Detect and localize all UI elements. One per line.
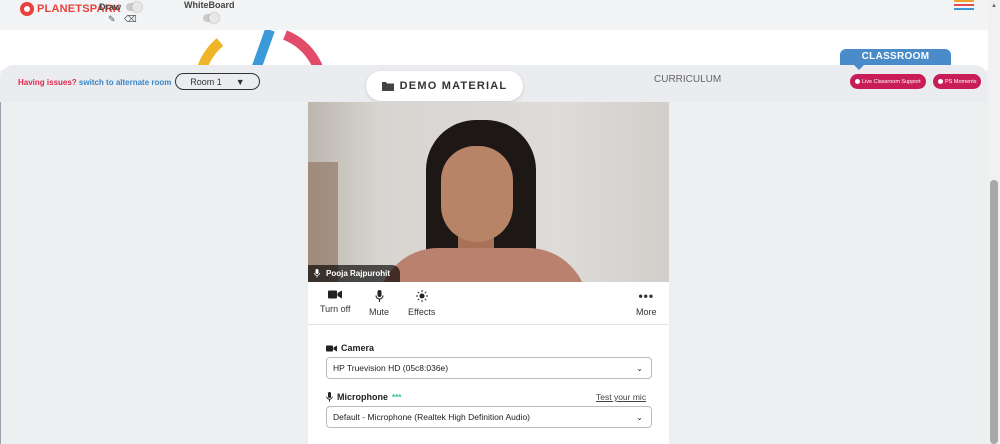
scroll-up-arrow-icon[interactable]: ▲: [988, 0, 1000, 12]
microphone-icon: [374, 290, 384, 302]
pencil-icon[interactable]: ✎: [108, 14, 116, 25]
device-settings-panel: Turn off Mute Effects ••• More Camera HP…: [308, 282, 669, 444]
mute-button[interactable]: Mute: [369, 290, 389, 317]
tab-demo-material[interactable]: DEMO MATERIAL: [366, 71, 523, 101]
tab-curriculum[interactable]: CURRICULUM: [654, 74, 721, 85]
camera-select-value: HP Truevision HD (05c8:036e): [333, 363, 449, 373]
effects-button[interactable]: Effects: [408, 290, 435, 317]
support-icon: [855, 79, 860, 84]
ps-moments-label: PS Moments: [945, 78, 977, 85]
camera-icon: [326, 345, 337, 351]
page-scrollbar[interactable]: ▲: [988, 0, 1000, 444]
menu-icon[interactable]: [954, 0, 974, 10]
microphone-label: Microphone: [337, 392, 388, 402]
participant-name: Pooja Rajpurohit: [326, 269, 390, 278]
draw-toggle[interactable]: [126, 2, 142, 12]
turn-off-label: Turn off: [320, 304, 351, 314]
effects-label: Effects: [408, 307, 436, 317]
whiteboard-label: WhiteBoard: [184, 0, 235, 10]
room-select-value: Room 1: [190, 76, 222, 87]
mic-icon: [314, 269, 320, 278]
microphone-select-value: Default - Microphone (Realtek High Defin…: [333, 412, 531, 422]
live-support-label: Live Classroom Support: [862, 78, 921, 85]
camera-field-label: Camera: [326, 343, 374, 353]
whiteboard-toggle[interactable]: [203, 13, 219, 23]
camera-select[interactable]: HP Truevision HD (05c8:036e) ⌄: [326, 357, 652, 379]
microphone-select[interactable]: Default - Microphone (Realtek High Defin…: [326, 406, 652, 428]
panel-divider: [308, 324, 669, 325]
more-options-button[interactable]: ••• More: [636, 290, 657, 317]
folder-icon: [381, 82, 394, 91]
turn-off-camera-button[interactable]: Turn off: [320, 290, 351, 314]
tab-classroom[interactable]: CLASSROOM: [840, 49, 951, 70]
scrollbar-thumb[interactable]: [990, 180, 998, 444]
more-label: More: [636, 307, 657, 317]
eraser-icon[interactable]: ⌫: [124, 14, 137, 25]
switch-room-link[interactable]: switch to alternate room: [79, 78, 171, 87]
room-bar: Having issues? switch to alternate room …: [0, 65, 988, 102]
microphone-small-icon: [326, 392, 333, 402]
chevron-down-icon: ⌄: [636, 363, 643, 373]
video-camera-icon: [328, 290, 343, 299]
draw-label: Draw: [99, 2, 122, 12]
microphone-field-label: Microphone ***: [326, 392, 401, 402]
moments-icon: [938, 79, 943, 84]
camera-label: Camera: [341, 343, 375, 353]
participant-video: [308, 102, 669, 282]
issues-text: Having issues?: [18, 78, 77, 87]
mute-label: Mute: [369, 307, 390, 317]
issues-notice: Having issues? switch to alternate room: [18, 78, 171, 87]
mic-activity-indicator: ***: [392, 392, 402, 402]
tab-demo-material-label: DEMO MATERIAL: [399, 80, 508, 92]
room-select[interactable]: Room 1 ▼: [175, 73, 260, 90]
top-toolbar: PLANETSPARK Draw ✎ ⌫ WhiteBoard: [0, 0, 1000, 30]
logo-icon: [20, 2, 34, 16]
more-dots-icon: •••: [638, 289, 655, 303]
test-mic-link[interactable]: Test your mic: [596, 392, 646, 402]
sparkle-effects-icon: [415, 290, 428, 302]
live-support-button[interactable]: Live Classroom Support: [850, 74, 926, 89]
chevron-down-icon: ▼: [235, 76, 245, 87]
ps-moments-button[interactable]: PS Moments: [933, 74, 982, 89]
chevron-down-icon: ⌄: [636, 412, 643, 422]
participant-name-tag: Pooja Rajpurohit: [308, 265, 400, 282]
